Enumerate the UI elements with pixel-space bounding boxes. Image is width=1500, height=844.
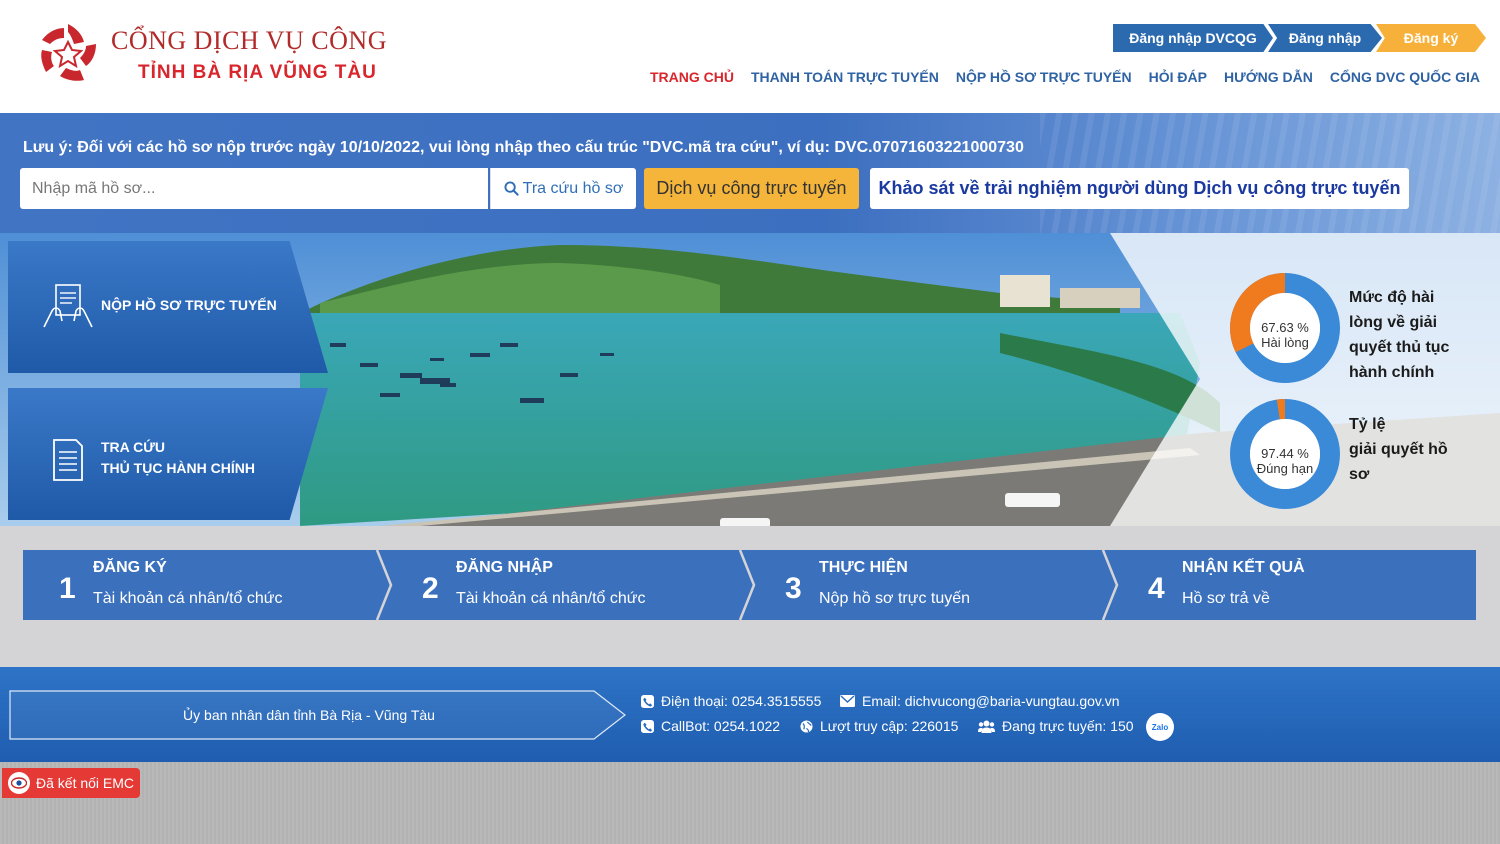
nav-guide[interactable]: HƯỚNG DẪN [1224, 69, 1313, 85]
footer-online: Đang trực tuyến: 150 [978, 718, 1134, 734]
phone-icon [641, 719, 654, 733]
satisfaction-value: 67.63 % Hài lòng [1230, 320, 1340, 350]
phone-text: Điện thoại: 0254.3515555 [661, 693, 822, 709]
ontime-label-line: sơ [1349, 466, 1370, 483]
step-perform[interactable]: 3 THỰC HIỆN Nộp hồ sơ trực tuyến [749, 550, 1119, 620]
nav-online-payment[interactable]: THANH TOÁN TRỰC TUYẾN [751, 69, 939, 85]
ontime-value: 97.44 % Đúng hạn [1230, 446, 1340, 476]
ontime-caption: Đúng hạn [1256, 461, 1314, 476]
visits-text: Lượt truy cập: 226015 [820, 718, 959, 734]
step-login[interactable]: 2 ĐĂNG NHẬP Tài khoản cá nhân/tổ chức [386, 550, 756, 620]
chevron-right-icon [738, 550, 756, 620]
main-nav: TRANG CHỦ THANH TOÁN TRỰC TUYẾN NỘP HỒ S… [633, 69, 1480, 85]
logo-icon[interactable] [36, 22, 100, 84]
lookup-procedures-label: TRA CỨU THỦ TỤC HÀNH CHÍNH [101, 437, 255, 479]
footer-email: Email: dichvucong@baria-vungtau.gov.vn [840, 693, 1120, 709]
step-title: NHẬN KẾT QUẢ [1182, 559, 1305, 576]
site-footer: Ủy ban nhân dân tỉnh Bà Rịa - Vũng Tàu Đ… [0, 667, 1500, 762]
zalo-icon[interactable]: Zalo [1146, 713, 1174, 741]
register-button[interactable]: Đăng ký [1376, 24, 1486, 52]
emc-label: Đã kết nối EMC [36, 775, 135, 791]
nav-national-portal[interactable]: CỔNG DVC QUỐC GIA [1330, 69, 1480, 85]
search-notice: Lưu ý: Đối với các hồ sơ nộp trước ngày … [23, 139, 1024, 156]
globe-icon [800, 719, 813, 733]
search-icon [504, 181, 519, 196]
chevron-right-icon [1101, 550, 1119, 620]
footer-phone: Điện thoại: 0254.3515555 [641, 693, 821, 709]
nav-submit-online[interactable]: NỘP HỒ SƠ TRỰC TUYẾN [956, 69, 1132, 85]
ontime-percent: 97.44 % [1261, 446, 1309, 461]
email-text[interactable]: Email: dichvucong@baria-vungtau.gov.vn [862, 693, 1120, 709]
callbot-text: CallBot: 0254.1022 [661, 718, 781, 734]
org-name[interactable]: Ủy ban nhân dân tỉnh Bà Rịa - Vũng Tàu [9, 690, 609, 740]
online-text: Đang trực tuyến: 150 [1002, 718, 1134, 734]
chevron-right-icon [375, 550, 393, 620]
satisfaction-label-line: quyết thủ tục [1349, 339, 1450, 356]
step-number: 3 [785, 572, 802, 605]
step-number: 4 [1148, 572, 1165, 605]
lookup-label-line1: TRA CỨU [101, 439, 165, 455]
step-subtitle: Tài khoản cá nhân/tổ chức [456, 590, 646, 607]
page-bottom-bg [0, 762, 1500, 844]
satisfaction-label-line: hành chính [1349, 364, 1435, 381]
step-number: 2 [422, 572, 439, 605]
hero-banner: NỘP HỒ SƠ TRỰC TUYẾN TRA CỨU THỦ TỤC HÀN… [0, 233, 1500, 526]
ontime-label: Tỷ lệ giải quyết hồ sơ [1349, 412, 1448, 487]
lookup-procedures-tile[interactable]: TRA CỨU THỦ TỤC HÀNH CHÍNH [0, 380, 340, 526]
ontime-label-line: giải quyết hồ [1349, 441, 1448, 458]
ontime-label-line: Tỷ lệ [1349, 416, 1386, 433]
brand-title[interactable]: CỔNG DỊCH VỤ CÔNG [111, 26, 387, 56]
site-header: CỔNG DỊCH VỤ CÔNG TỈNH BÀ RỊA VŨNG TÀU Đ… [0, 0, 1500, 113]
search-input[interactable] [20, 168, 488, 209]
document-hand-icon [43, 284, 93, 328]
satisfaction-label: Mức độ hài lòng về giải quyết thủ tục hà… [1349, 285, 1449, 385]
step-subtitle: Nộp hồ sơ trực tuyến [819, 590, 971, 607]
satisfaction-caption: Hài lòng [1261, 335, 1309, 350]
footer-callbot: CallBot: 0254.1022 [641, 718, 780, 734]
step-title: ĐĂNG KÝ [93, 559, 167, 576]
eye-icon [8, 772, 30, 794]
satisfaction-label-line: Mức độ hài [1349, 289, 1435, 306]
step-register[interactable]: 1 ĐĂNG KÝ Tài khoản cá nhân/tổ chức [23, 550, 393, 620]
step-title: ĐĂNG NHẬP [456, 559, 553, 576]
step-title: THỰC HIỆN [819, 559, 908, 576]
emc-badge[interactable]: Đã kết nối EMC [2, 768, 140, 798]
satisfaction-label-line: lòng về giải [1349, 314, 1438, 331]
search-button[interactable]: Tra cứu hồ sơ [490, 168, 636, 209]
phone-icon [641, 694, 654, 708]
brand-subtitle[interactable]: TỈNH BÀ RỊA VŨNG TÀU [138, 62, 377, 84]
login-button[interactable]: Đăng nhập [1268, 24, 1382, 52]
login-dvcqg-button[interactable]: Đăng nhập DVCQG [1113, 24, 1273, 52]
lookup-label-line2: THỦ TỤC HÀNH CHÍNH [101, 460, 255, 476]
envelope-icon [840, 695, 855, 707]
footer-visits: Lượt truy cập: 226015 [800, 718, 958, 734]
survey-button[interactable]: Khảo sát về trải nghiệm người dùng Dịch … [870, 168, 1409, 209]
submit-online-label: NỘP HỒ SƠ TRỰC TUYẾN [101, 297, 277, 313]
document-list-icon [53, 439, 83, 481]
step-subtitle: Tài khoản cá nhân/tổ chức [93, 590, 283, 607]
online-services-button[interactable]: Dịch vụ công trực tuyến [644, 168, 859, 209]
users-icon [978, 720, 995, 733]
step-number: 1 [59, 572, 76, 605]
step-subtitle: Hồ sơ trả về [1182, 590, 1270, 607]
step-receive-result[interactable]: 4 NHẬN KẾT QUẢ Hồ sơ trả về [1112, 550, 1476, 620]
search-band: Lưu ý: Đối với các hồ sơ nộp trước ngày … [0, 113, 1500, 233]
satisfaction-percent: 67.63 % [1261, 320, 1309, 335]
nav-home[interactable]: TRANG CHỦ [650, 69, 734, 85]
nav-faq[interactable]: HỎI ĐÁP [1149, 69, 1207, 85]
search-button-label: Tra cứu hồ sơ [522, 179, 624, 197]
steps-section: 1 ĐĂNG KÝ Tài khoản cá nhân/tổ chức 2 ĐĂ… [0, 526, 1500, 667]
submit-online-tile[interactable]: NỘP HỒ SƠ TRỰC TUYẾN [0, 233, 340, 379]
